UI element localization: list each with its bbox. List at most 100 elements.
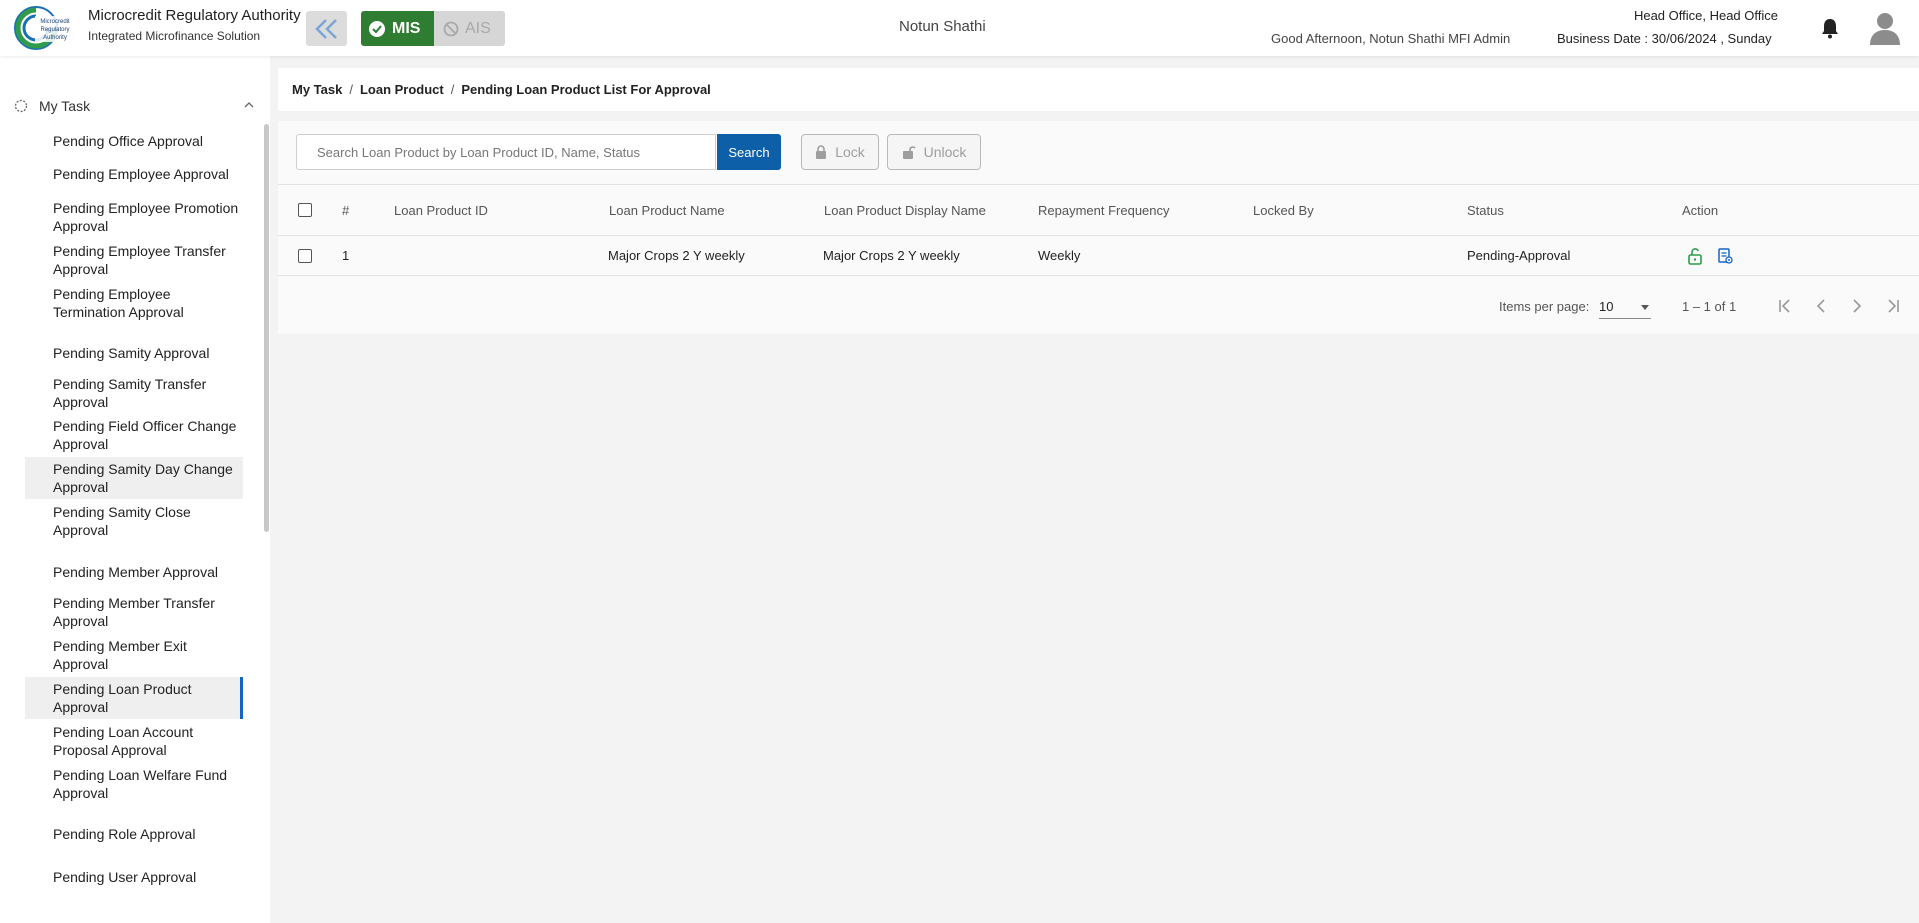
unlock-label: Unlock — [923, 144, 967, 160]
ais-label: AIS — [465, 19, 491, 37]
row-status: Pending-Approval — [1467, 248, 1571, 263]
sidebar-item-label: Pending Loan Product Approval — [53, 681, 192, 715]
next-page-icon[interactable] — [1847, 296, 1867, 316]
sidebar-item-label: Pending User Approval — [53, 869, 197, 885]
svg-text:Regulatory: Regulatory — [40, 27, 69, 33]
sidebar-item-label: Pending Employee Transfer Approval — [53, 243, 226, 277]
sidebar-item[interactable]: Pending Employee Transfer Approval — [25, 239, 243, 281]
org-name: Notun Shathi — [899, 18, 986, 35]
column-header-action: Action — [1682, 202, 1719, 218]
page-range-label: 1 – 1 of 1 — [1682, 299, 1737, 314]
block-icon — [443, 21, 459, 36]
sidebar-scrollbar[interactable] — [264, 124, 269, 532]
brand-title: Microcredit Regulatory Authority — [88, 7, 301, 24]
brand-subtitle: Integrated Microfinance Solution — [88, 29, 261, 43]
sidebar-item-label: Pending Member Approval — [53, 564, 218, 580]
sidebar-item[interactable]: Pending Samity Transfer Approval — [25, 372, 243, 414]
sidebar-item[interactable]: Pending Samity Day Change Approval — [25, 457, 243, 499]
sidebar-item[interactable]: Pending Samity Close Approval — [25, 500, 243, 542]
mis-toggle-button[interactable]: MIS — [361, 11, 434, 46]
column-header-product-name: Loan Product Name — [609, 202, 725, 218]
sidebar-item-label: Pending Member Exit Approval — [53, 638, 187, 672]
sidebar-item-label: Pending Member Transfer Approval — [53, 595, 215, 629]
search-button[interactable]: Search — [717, 134, 781, 170]
sidebar-item-label: Pending Employee Termination Approval — [53, 286, 184, 320]
page-size-select[interactable]: 10 — [1599, 293, 1651, 319]
sidebar-item[interactable]: Pending Member Approval — [25, 557, 243, 587]
first-page-icon[interactable] — [1775, 296, 1795, 316]
sidebar-item[interactable]: Pending Member Transfer Approval — [25, 591, 243, 633]
collapse-sidebar-button[interactable] — [306, 11, 347, 46]
dropdown-caret-icon — [1641, 305, 1649, 310]
sidebar-item-label: Pending Role Approval — [53, 826, 196, 842]
top-header: Microcredit Regulatory Authority Microcr… — [0, 0, 1919, 56]
row-select-cell — [298, 236, 312, 275]
lock-icon — [816, 145, 827, 159]
sidebar-section-my-task[interactable]: My Task — [14, 91, 259, 121]
row-display-name: Major Crops 2 Y weekly — [823, 248, 960, 263]
sidebar-item-label: Pending Samity Day Change Approval — [53, 461, 233, 495]
sidebar-item[interactable]: Pending Loan Welfare Fund Approval — [25, 763, 243, 805]
lock-button[interactable]: Lock — [801, 134, 879, 170]
column-header-repayment-frequency: Repayment Frequency — [1038, 202, 1170, 218]
user-avatar-icon[interactable] — [1868, 10, 1902, 46]
previous-page-icon[interactable] — [1811, 296, 1831, 316]
column-header-product-id: Loan Product ID — [394, 202, 488, 218]
search-input[interactable] — [296, 134, 716, 170]
breadcrumb-item-current: Pending Loan Product List For Approval — [461, 82, 711, 97]
notification-bell-icon[interactable] — [1820, 17, 1840, 39]
svg-text:Authority: Authority — [43, 35, 67, 41]
breadcrumb-item-loan-product[interactable]: Loan Product — [360, 82, 444, 97]
mra-logo: Microcredit Regulatory Authority — [14, 6, 75, 50]
svg-text:Microcredit: Microcredit — [40, 19, 70, 25]
paginator: Items per page: 10 1 – 1 of 1 — [278, 287, 1919, 327]
sidebar-item[interactable]: Pending Employee Approval — [25, 153, 243, 195]
chevron-up-icon — [244, 102, 254, 108]
sidebar-item-label: Pending Employee Approval — [53, 166, 229, 182]
row-repayment-frequency: Weekly — [1038, 248, 1081, 263]
sidebar-item-label: Pending Employee Promotion Approval — [53, 200, 239, 234]
sidebar-item-label: Pending Samity Transfer Approval — [53, 376, 207, 410]
sidebar-item[interactable]: Pending User Approval — [25, 862, 243, 892]
breadcrumb-item-my-task[interactable]: My Task — [292, 82, 342, 97]
row-actions — [1686, 236, 1746, 275]
sidebar-item[interactable]: Pending Employee Promotion Approval — [25, 196, 243, 238]
sidebar-item[interactable]: Pending Loan Account Proposal Approval — [25, 720, 243, 762]
sidebar: My Task Pending Office Approval Pending E… — [0, 56, 270, 923]
unlock-action-icon[interactable] — [1686, 247, 1704, 265]
items-per-page-label: Items per page: — [1499, 299, 1590, 314]
sidebar-item-label: Pending Samity Approval — [53, 345, 210, 361]
sidebar-item[interactable]: Pending Loan Product Approval — [25, 677, 243, 719]
unlock-button[interactable]: Unlock — [887, 134, 981, 170]
page-size-value: 10 — [1599, 299, 1614, 314]
sidebar-item-label: Pending Samity Close Approval — [53, 504, 191, 538]
row-product-name: Major Crops 2 Y weekly — [608, 248, 745, 263]
double-chevron-left-icon — [314, 18, 337, 39]
sidebar-item[interactable]: Pending Employee Termination Approval — [25, 282, 243, 324]
table-row: 1 Major Crops 2 Y weekly Major Crops 2 Y… — [278, 236, 1919, 276]
column-header-status: Status — [1467, 202, 1504, 218]
section-label: My Task — [39, 98, 91, 114]
row-index: 1 — [342, 248, 350, 263]
sidebar-item[interactable]: Pending Member Exit Approval — [25, 634, 243, 676]
ais-toggle-button[interactable]: AIS — [434, 11, 505, 46]
content-panel: Search Lock Unlock # Loan Product ID Loa… — [278, 121, 1919, 334]
sidebar-item[interactable]: Pending Samity Approval — [25, 338, 243, 368]
breadcrumb-separator: / — [450, 82, 455, 97]
sidebar-item[interactable]: Pending Role Approval — [25, 819, 243, 849]
check-circle-icon — [369, 20, 385, 37]
row-checkbox[interactable] — [298, 248, 312, 263]
task-ring-icon — [14, 99, 28, 113]
greeting-text: Good Afternoon, Notun Shathi MFI Admin — [1271, 31, 1511, 46]
sidebar-item[interactable]: Pending Field Officer Change Approval — [25, 414, 243, 456]
column-header-index: # — [342, 202, 350, 218]
select-all-checkbox[interactable] — [298, 203, 312, 217]
last-page-icon[interactable] — [1883, 296, 1903, 316]
business-date: Business Date : 30/06/2024 , Sunday — [1557, 31, 1772, 46]
sidebar-item-label: Pending Office Approval — [53, 133, 203, 149]
lock-label: Lock — [835, 144, 865, 160]
view-details-icon[interactable] — [1716, 247, 1734, 265]
sidebar-item-label: Pending Loan Welfare Fund Approval — [53, 767, 228, 801]
column-header-display-name: Loan Product Display Name — [824, 202, 986, 218]
sidebar-item-label: Pending Field Officer Change Approval — [53, 418, 237, 452]
